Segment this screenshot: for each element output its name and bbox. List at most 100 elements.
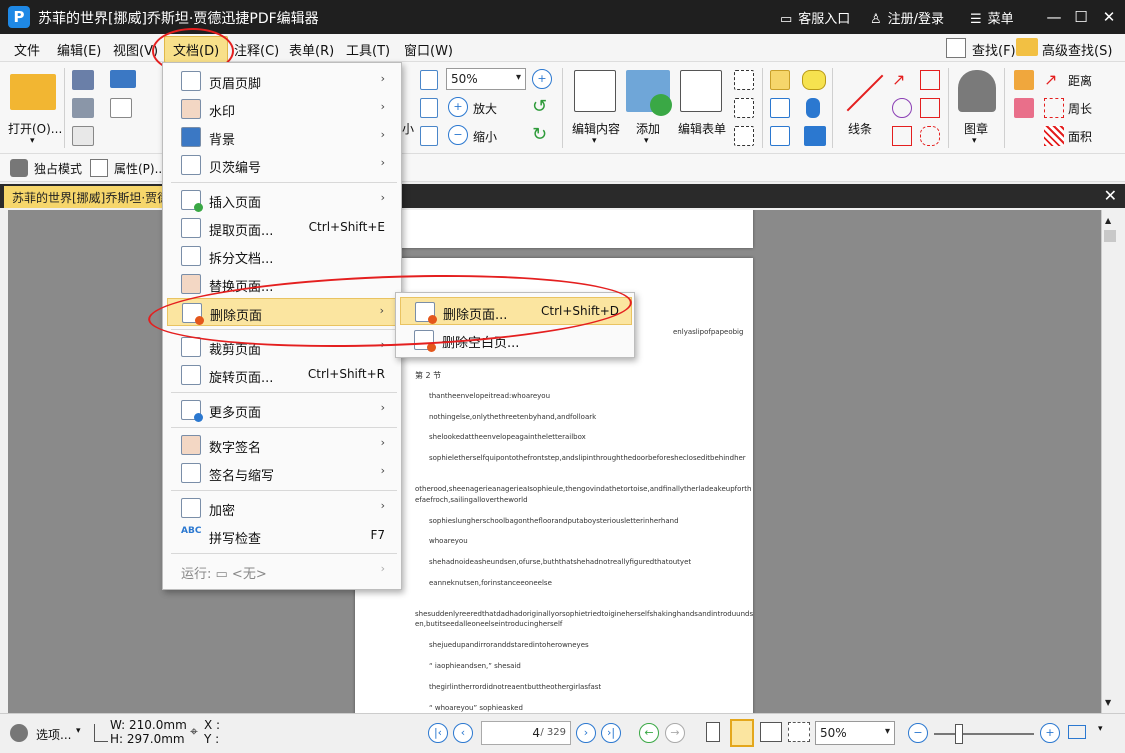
- menu-item-digital-signature[interactable]: 数字签名 ›: [167, 431, 397, 459]
- arrow-icon[interactable]: ↗: [892, 70, 912, 90]
- menu-item-insert-pages[interactable]: 插入页面 ›: [167, 186, 397, 214]
- polyline-icon[interactable]: [920, 70, 940, 90]
- add-button[interactable]: 添加: [636, 120, 660, 137]
- page-number-input[interactable]: 4 / 329: [481, 721, 571, 745]
- vertical-scrollbar[interactable]: ▲ ▼: [1101, 210, 1118, 713]
- menu-item-watermark[interactable]: 水印 ›: [167, 95, 397, 123]
- menu-window[interactable]: 窗口(W): [404, 40, 453, 59]
- area-icon[interactable]: [1044, 126, 1064, 146]
- polygon-icon[interactable]: [920, 98, 940, 118]
- fit-page-icon[interactable]: [420, 70, 438, 90]
- fit-visible-icon[interactable]: [420, 126, 438, 146]
- sound-icon[interactable]: [804, 126, 826, 146]
- zoom-slider-thumb[interactable]: [955, 724, 963, 744]
- line-button[interactable]: 线条: [848, 120, 872, 137]
- textbox-icon[interactable]: [734, 70, 754, 90]
- maximize-button[interactable]: ☐: [1069, 6, 1093, 28]
- zoom-in-status-icon[interactable]: +: [1040, 723, 1060, 743]
- pencil-icon[interactable]: [1014, 70, 1034, 90]
- scroll-thumb[interactable]: [1104, 230, 1116, 242]
- next-page-icon[interactable]: ›: [576, 723, 596, 743]
- open-button-label[interactable]: 打开(O)...: [8, 120, 62, 137]
- menu-item-more-pages[interactable]: 更多页面 ›: [167, 396, 397, 424]
- edit-form-button[interactable]: 编辑表单: [678, 120, 726, 137]
- edit-content-button[interactable]: 编辑内容: [572, 120, 620, 137]
- rectangle-icon[interactable]: [892, 126, 912, 146]
- close-tab-icon[interactable]: ✕: [1104, 186, 1117, 205]
- cloud-icon[interactable]: [110, 70, 136, 88]
- last-page-icon[interactable]: ›|: [601, 723, 621, 743]
- stamp-dropdown-icon[interactable]: ▾: [972, 136, 977, 146]
- rotate-cw-icon[interactable]: ↻: [532, 124, 547, 145]
- zoom-out-button[interactable]: 缩小: [473, 128, 497, 145]
- menu-item-bates-numbering[interactable]: 贝茨编号 ›: [167, 151, 397, 179]
- properties-button[interactable]: 属性(P)...: [114, 160, 166, 177]
- attachment-icon[interactable]: [806, 98, 820, 118]
- options-dropdown-icon[interactable]: ▾: [76, 726, 81, 736]
- previous-page-icon[interactable]: ‹: [453, 723, 473, 743]
- scroll-up-icon[interactable]: ▲: [1105, 216, 1111, 225]
- menu-button[interactable]: ☰ 菜单: [970, 8, 1014, 27]
- document-tab[interactable]: 苏菲的世界[挪威]乔斯坦·贾德: [4, 186, 178, 208]
- statusbar-options-icon[interactable]: ▾: [1098, 724, 1103, 734]
- edit-content-dropdown-icon[interactable]: ▾: [592, 136, 597, 146]
- facing-page-icon[interactable]: [760, 722, 782, 742]
- new-doc-icon[interactable]: [110, 98, 132, 118]
- zoom-out-status-icon[interactable]: −: [908, 723, 928, 743]
- login-button[interactable]: ♙ 注册/登录: [870, 8, 944, 27]
- scroll-down-icon[interactable]: ▼: [1105, 698, 1111, 707]
- gear-icon[interactable]: [10, 724, 28, 742]
- menu-item-rotate-pages[interactable]: 旋转页面... Ctrl+Shift+R: [167, 361, 397, 389]
- menu-edit[interactable]: 编辑(E): [57, 40, 101, 59]
- fullscreen-icon[interactable]: [1068, 725, 1086, 739]
- stamp-icon[interactable]: [958, 70, 996, 112]
- menu-item-background[interactable]: 背景 ›: [167, 123, 397, 151]
- edit-content-icon[interactable]: [574, 70, 616, 112]
- open-folder-icon[interactable]: [10, 74, 56, 110]
- exclusive-mode-button[interactable]: 独占模式: [34, 160, 82, 177]
- strikeout-icon[interactable]: [770, 98, 790, 118]
- add-dropdown-icon[interactable]: ▾: [644, 136, 649, 146]
- menu-item-extract-pages[interactable]: 提取页面... Ctrl+Shift+E: [167, 214, 397, 242]
- underline-icon[interactable]: [770, 126, 790, 146]
- callout-icon[interactable]: [734, 126, 754, 146]
- menu-comment[interactable]: 注释(C): [234, 40, 279, 59]
- textfield-icon[interactable]: [734, 98, 754, 118]
- menu-item-spell-check[interactable]: ABC 拼写检查 F7: [167, 522, 397, 550]
- zoom-in-button[interactable]: 放大: [473, 100, 497, 117]
- menu-form[interactable]: 表单(R): [289, 40, 334, 59]
- continuous-facing-icon[interactable]: [788, 722, 810, 742]
- open-dropdown-icon[interactable]: ▾: [30, 136, 35, 146]
- menu-file[interactable]: 文件: [14, 40, 40, 59]
- add-plus-icon[interactable]: [650, 94, 672, 116]
- menu-item-header-footer[interactable]: 页眉页脚 ›: [167, 67, 397, 95]
- ellipse-icon[interactable]: [892, 98, 912, 118]
- zoom-select[interactable]: 50% ▾: [446, 68, 526, 90]
- menu-tools[interactable]: 工具(T): [346, 40, 390, 59]
- distance-button[interactable]: 距离: [1068, 72, 1092, 89]
- close-window-button[interactable]: ✕: [1097, 6, 1121, 28]
- zoom-status-select[interactable]: 50% ▾: [815, 721, 895, 745]
- menu-item-split-document[interactable]: 拆分文档...: [167, 242, 397, 270]
- print-icon[interactable]: [72, 98, 94, 118]
- area-button[interactable]: 面积: [1068, 128, 1092, 145]
- perimeter-button[interactable]: 周长: [1068, 100, 1092, 117]
- options-button[interactable]: 选项...: [36, 726, 71, 743]
- service-button[interactable]: ▭ 客服入口: [780, 8, 850, 27]
- continuous-page-icon[interactable]: [730, 719, 754, 747]
- export-icon[interactable]: [72, 126, 94, 146]
- save-icon[interactable]: [72, 70, 94, 90]
- forward-icon[interactable]: →: [665, 723, 685, 743]
- single-page-icon[interactable]: [706, 722, 720, 742]
- advanced-find-button[interactable]: 高级查找(S): [1042, 40, 1112, 59]
- cloud-shape-icon[interactable]: [920, 126, 940, 146]
- fit-width-icon[interactable]: [420, 98, 438, 118]
- find-button[interactable]: 查找(F): [972, 40, 1016, 59]
- first-page-icon[interactable]: |‹: [428, 723, 448, 743]
- distance-icon[interactable]: ↗: [1044, 70, 1057, 89]
- edit-form-icon[interactable]: [680, 70, 722, 112]
- zoom-in-icon[interactable]: +: [448, 97, 468, 117]
- magnifier-icon[interactable]: +: [532, 69, 552, 89]
- rotate-ccw-icon[interactable]: ↺: [532, 96, 547, 117]
- perimeter-icon[interactable]: [1044, 98, 1064, 118]
